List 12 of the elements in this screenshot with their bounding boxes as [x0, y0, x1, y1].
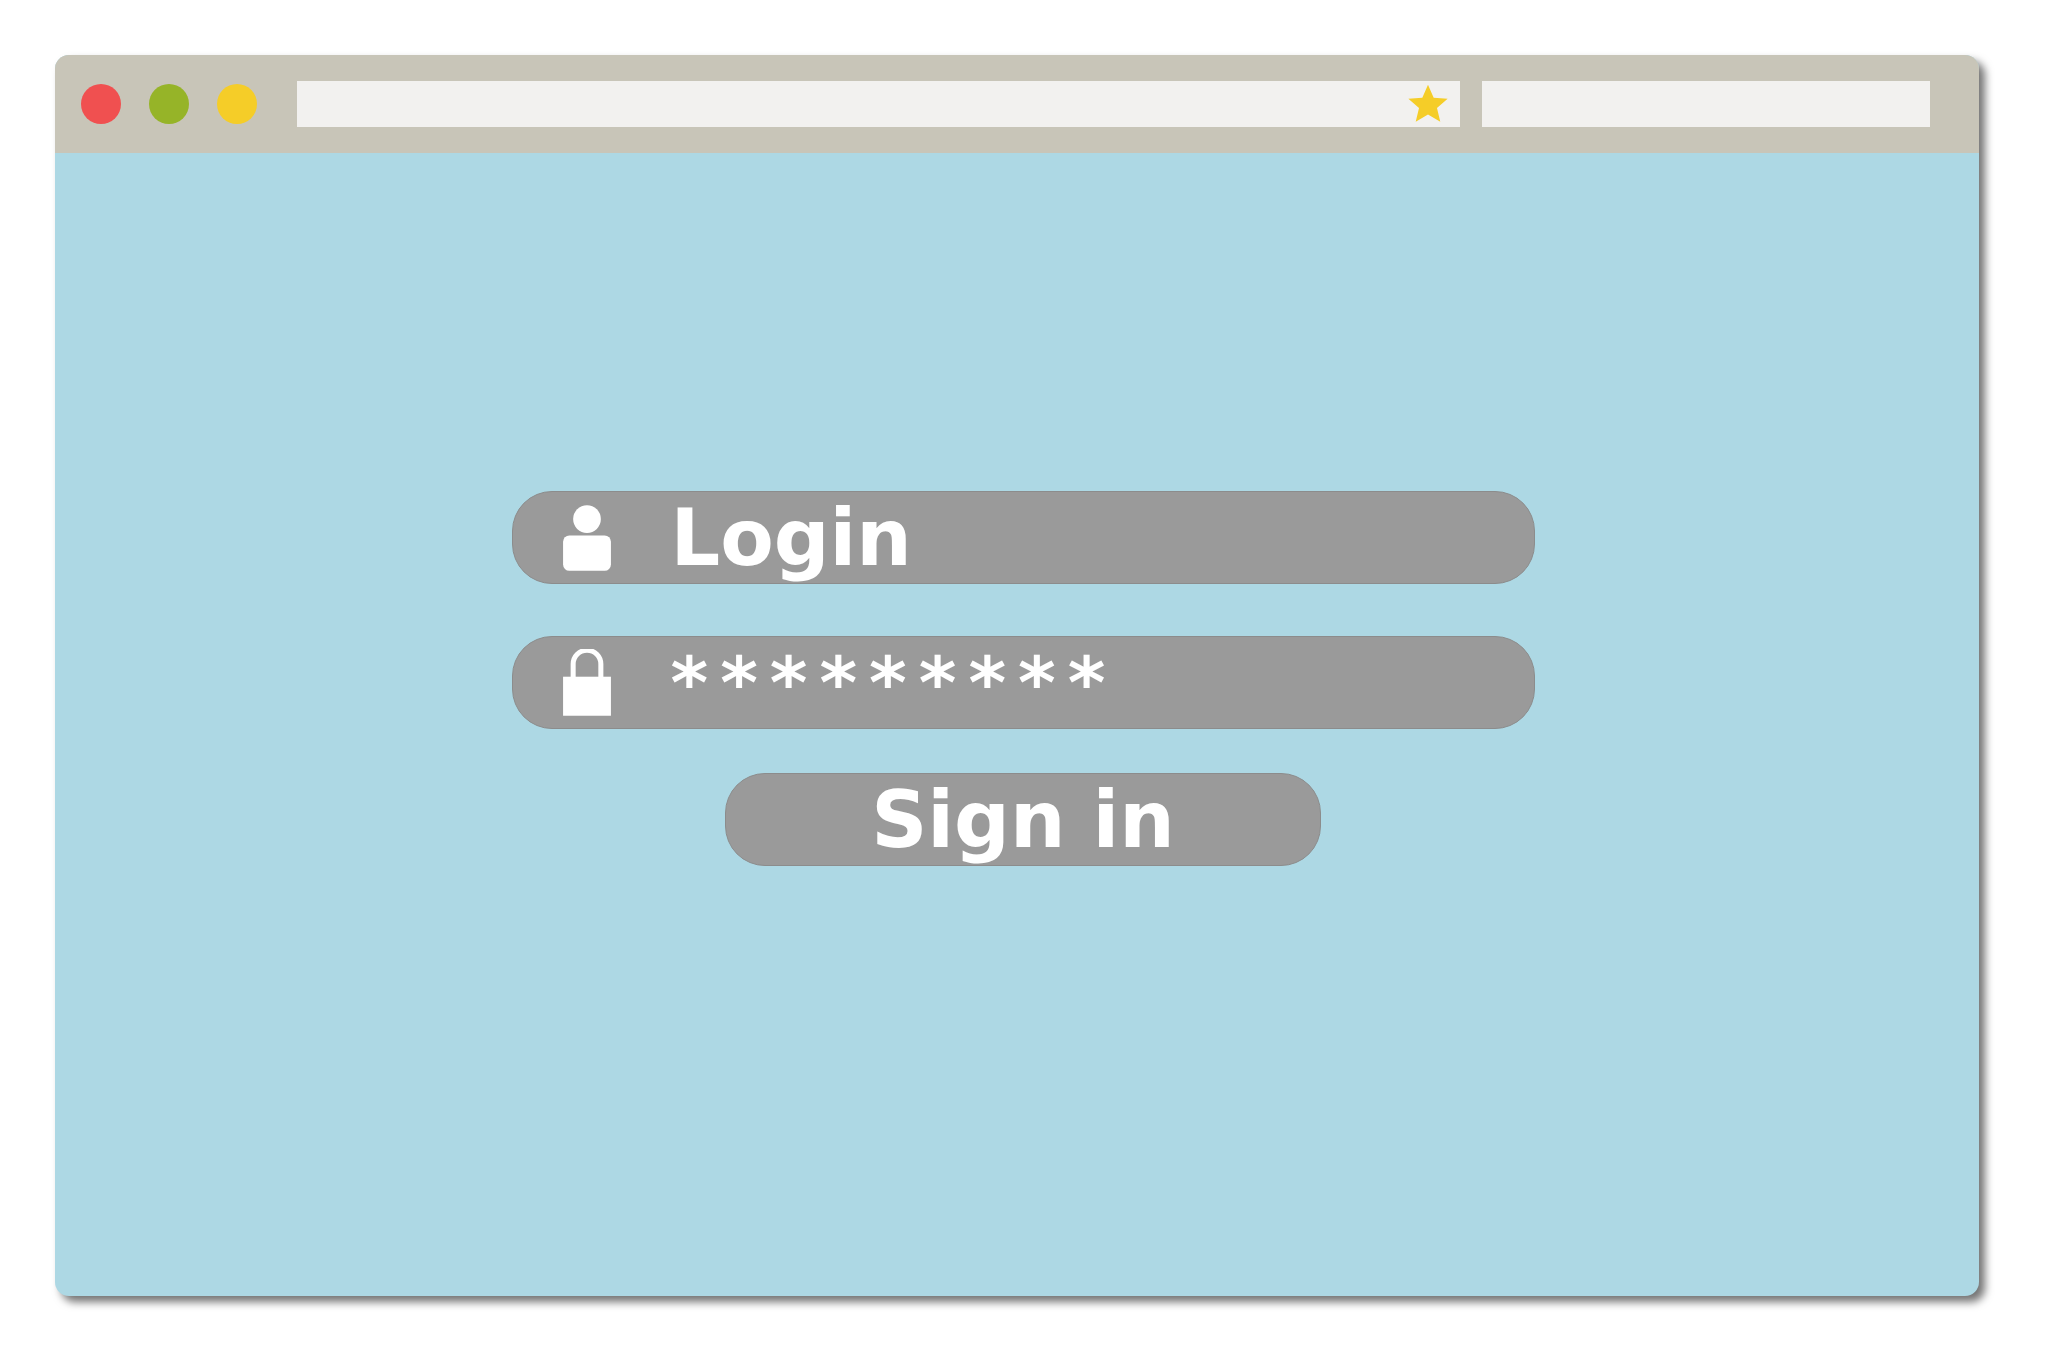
username-input[interactable]: Login [670, 492, 1371, 583]
username-field[interactable]: Login [511, 491, 1535, 584]
sign-in-button[interactable]: Sign in [725, 773, 1321, 866]
password-field[interactable]: ********* [511, 636, 1535, 729]
password-input[interactable]: ********* [670, 637, 1371, 728]
window-control-button[interactable] [217, 84, 257, 124]
search-bar[interactable] [1482, 81, 1930, 127]
padlock-icon [560, 648, 613, 717]
address-bar[interactable] [297, 81, 1460, 127]
user-icon [560, 503, 613, 572]
window-control-button[interactable] [149, 84, 189, 124]
window-control-button[interactable] [81, 84, 121, 124]
